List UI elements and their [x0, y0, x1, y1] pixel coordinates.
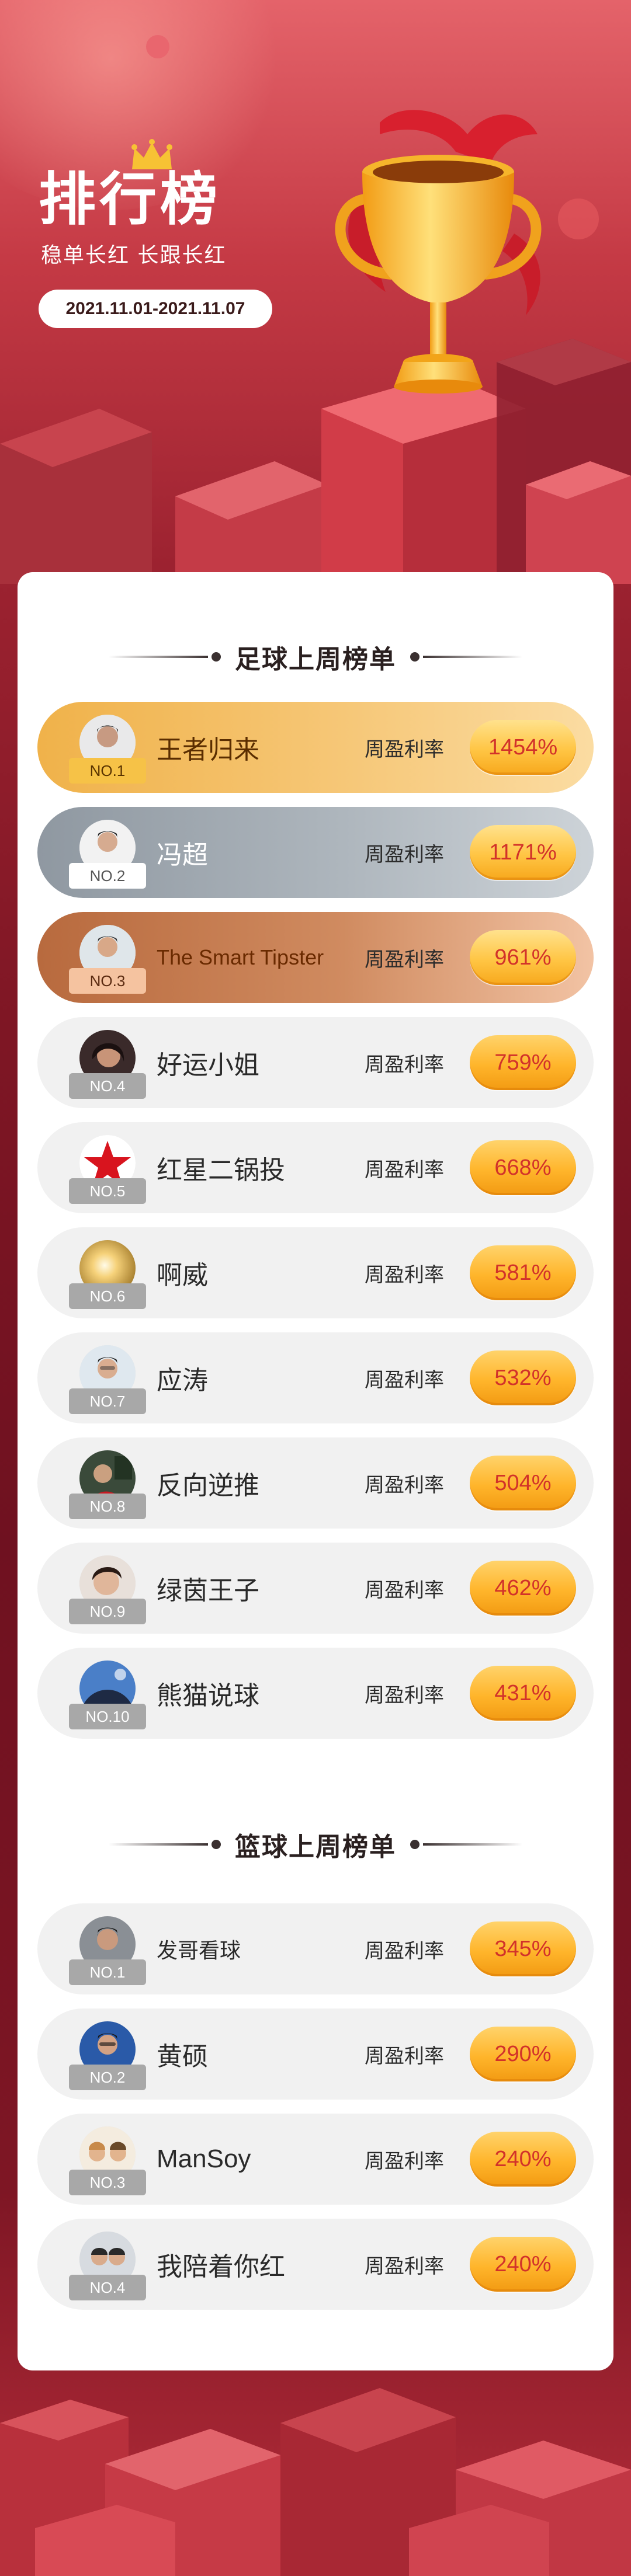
ranking-card: 足球上周榜单 NO.1 王者归来 周盈利率 1454% NO.2 冯超 周盈利率…	[18, 572, 613, 2370]
divider-dot	[212, 1840, 221, 1849]
divider-line	[423, 656, 522, 658]
rank-badge: NO.8	[69, 1494, 146, 1519]
football-row-3[interactable]: NO.3 The Smart Tipster 周盈利率 961%	[37, 912, 594, 1003]
weekly-profit-rate: 759%	[470, 1035, 576, 1090]
metric-label: 周盈利率	[365, 1053, 444, 1077]
basketball-row-2[interactable]: NO.2 黄硕 周盈利率 290%	[37, 2008, 594, 2100]
weekly-profit-rate: 431%	[470, 1666, 576, 1721]
weekly-profit-rate: 1454%	[470, 720, 576, 775]
weekly-profit-rate: 345%	[470, 1921, 576, 1976]
metric-label: 周盈利率	[365, 2149, 444, 2173]
football-row-1[interactable]: NO.1 王者归来 周盈利率 1454%	[37, 702, 594, 793]
tipster-name: 啊威	[157, 1261, 208, 1290]
basketball-section-header: 篮球上周榜单	[18, 1824, 613, 1865]
metric-label: 周盈利率	[365, 948, 444, 972]
trophy-icon	[335, 110, 542, 394]
tipster-name: The Smart Tipster	[157, 945, 324, 969]
divider-line	[109, 1843, 208, 1846]
rank-badge: NO.3	[69, 2170, 146, 2195]
football-row-9[interactable]: NO.9 绿茵王子 周盈利率 462%	[37, 1543, 594, 1634]
rank-badge: NO.2	[69, 863, 146, 889]
tipster-name: 好运小姐	[157, 1050, 259, 1080]
divider-dot	[212, 652, 221, 662]
football-row-7[interactable]: NO.7 应涛 周盈利率 532%	[37, 1332, 594, 1423]
metric-label: 周盈利率	[365, 1939, 444, 1963]
weekly-profit-rate: 504%	[470, 1456, 576, 1510]
weekly-profit-rate: 532%	[470, 1350, 576, 1405]
metric-label: 周盈利率	[365, 1263, 444, 1287]
weekly-profit-rate: 462%	[470, 1561, 576, 1616]
weekly-profit-rate: 290%	[470, 2027, 576, 2081]
metric-label: 周盈利率	[365, 737, 444, 761]
rank-badge: NO.4	[69, 1073, 146, 1099]
tipster-name: 熊猫说球	[157, 1681, 259, 1711]
rank-badge: NO.7	[69, 1388, 146, 1414]
basketball-row-1[interactable]: NO.1 发哥看球 周盈利率 345%	[37, 1903, 594, 1994]
divider-line	[423, 1843, 522, 1846]
tipster-name: 红星二锅投	[157, 1155, 285, 1185]
tipster-name: 黄硕	[157, 2042, 208, 2072]
football-row-8[interactable]: NO.8 反向逆推 周盈利率 504%	[37, 1437, 594, 1529]
page-subtitle: 稳单长红 长跟长红	[41, 243, 227, 267]
tipster-name: 发哥看球	[157, 1939, 241, 1963]
metric-label: 周盈利率	[365, 2254, 444, 2278]
crown-icon	[131, 139, 172, 169]
rank-badge: NO.6	[69, 1283, 146, 1309]
date-range-badge: 2021.11.01-2021.11.07	[39, 290, 272, 328]
metric-label: 周盈利率	[365, 1578, 444, 1602]
rank-badge: NO.1	[69, 1959, 146, 1985]
tipster-name: 我陪着你红	[157, 2252, 285, 2282]
basketball-row-3[interactable]: NO.3 ManSoy 周盈利率 240%	[37, 2114, 594, 2205]
football-row-4[interactable]: NO.4 好运小姐 周盈利率 759%	[37, 1017, 594, 1108]
football-section-title: 足球上周榜单	[235, 645, 396, 674]
rank-badge: NO.9	[69, 1599, 146, 1624]
metric-label: 周盈利率	[365, 1368, 444, 1392]
divider-dot	[410, 1840, 419, 1849]
footer-blocks-graphic	[0, 2388, 631, 2576]
rank-badge: NO.10	[69, 1704, 146, 1729]
football-row-2[interactable]: NO.2 冯超 周盈利率 1171%	[37, 807, 594, 898]
footer-decoration	[0, 2335, 631, 2576]
metric-label: 周盈利率	[365, 1473, 444, 1497]
tipster-name: 应涛	[157, 1366, 208, 1395]
metric-label: 周盈利率	[365, 1158, 444, 1182]
football-section-header: 足球上周榜单	[18, 636, 613, 677]
basketball-section-title: 篮球上周榜单	[235, 1832, 396, 1862]
divider-dot	[410, 652, 419, 662]
football-row-6[interactable]: NO.6 啊威 周盈利率 581%	[37, 1227, 594, 1318]
tipster-name: 反向逆推	[157, 1471, 259, 1501]
tipster-name: ManSoy	[157, 2145, 251, 2173]
weekly-profit-rate: 240%	[470, 2132, 576, 2187]
metric-label: 周盈利率	[365, 843, 444, 866]
weekly-profit-rate: 581%	[470, 1245, 576, 1300]
tipster-name: 绿茵王子	[157, 1576, 259, 1606]
rank-badge: NO.3	[69, 968, 146, 994]
tipster-name: 冯超	[157, 840, 208, 870]
weekly-profit-rate: 1171%	[470, 825, 576, 880]
rank-badge: NO.1	[69, 758, 146, 784]
weekly-profit-rate: 961%	[470, 930, 576, 985]
tipster-name: 王者归来	[157, 735, 259, 765]
football-row-10[interactable]: NO.10 熊猫说球 周盈利率 431%	[37, 1648, 594, 1739]
basketball-row-4[interactable]: NO.4 我陪着你红 周盈利率 240%	[37, 2219, 594, 2310]
rank-badge: NO.2	[69, 2065, 146, 2090]
rank-badge: NO.4	[69, 2275, 146, 2300]
weekly-profit-rate: 240%	[470, 2237, 576, 2292]
divider-line	[109, 656, 208, 658]
hero-banner: 排行榜 稳单长红 长跟长红 2021.11.01-2021.11.07	[0, 0, 631, 584]
rank-badge: NO.5	[69, 1178, 146, 1204]
weekly-profit-rate: 668%	[470, 1140, 576, 1195]
metric-label: 周盈利率	[365, 2044, 444, 2068]
metric-label: 周盈利率	[365, 1683, 444, 1707]
football-row-5[interactable]: NO.5 红星二锅投 周盈利率 668%	[37, 1122, 594, 1213]
